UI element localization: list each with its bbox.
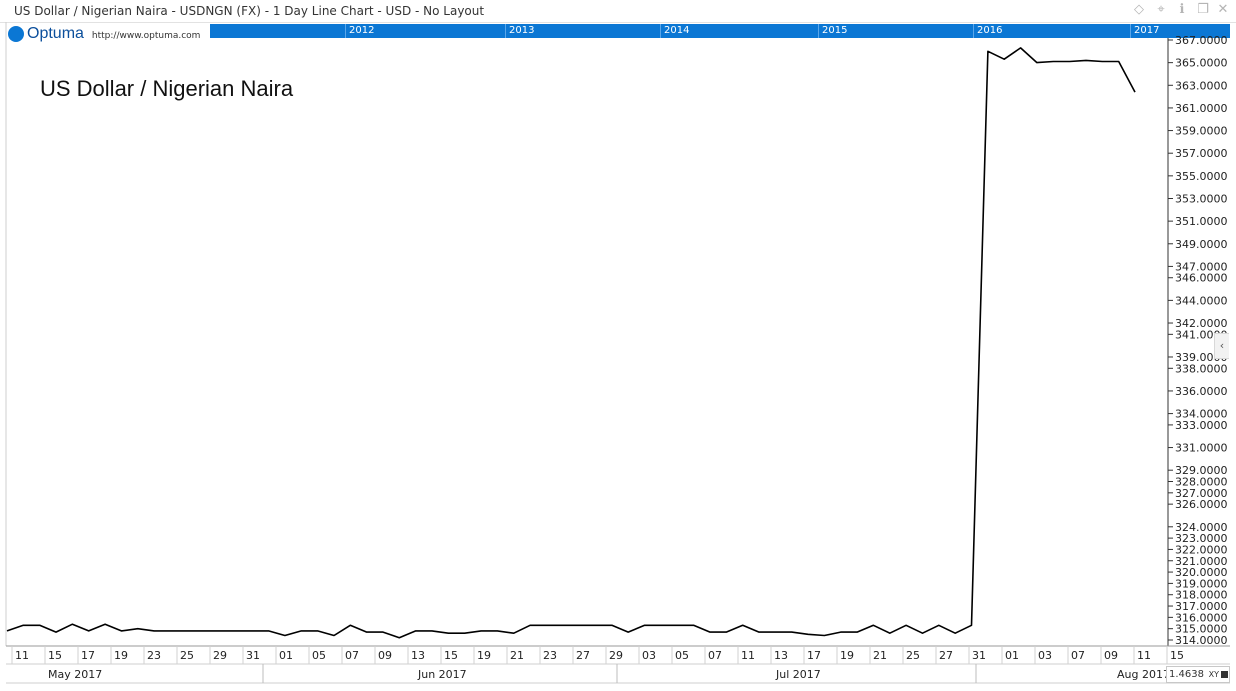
chevron-left-icon: ‹ [1219,339,1225,352]
y-tick-label: 336.0000 [1175,385,1228,398]
x-day-label: 27 [576,649,590,662]
y-tick-label: 333.0000 [1175,419,1228,432]
x-day-label: 23 [147,649,161,662]
x-day-label: 23 [543,649,557,662]
y-tick-label: 324.0000 [1175,521,1228,534]
x-day-label: 01 [1005,649,1019,662]
x-day-label: 25 [906,649,920,662]
y-tick-label: 316.0000 [1175,611,1228,624]
x-day-label: 21 [510,649,524,662]
x-day-label: 11 [1137,649,1151,662]
x-day-label: 07 [345,649,359,662]
y-tick-label: 361.0000 [1175,102,1228,115]
y-tick-label: 318.0000 [1175,589,1228,602]
y-tick-label: 315.0000 [1175,623,1228,636]
x-day-label: 27 [939,649,953,662]
y-tick-label: 321.0000 [1175,555,1228,568]
x-day-label: 05 [312,649,326,662]
y-tick-label: 322.0000 [1175,543,1228,556]
y-tick-label: 319.0000 [1175,577,1228,590]
xy-value: 1.4638 [1169,669,1204,680]
x-month-label: Jul 2017 [775,668,821,681]
x-day-label: 03 [1038,649,1052,662]
x-day-label: 05 [675,649,689,662]
x-day-label: 29 [213,649,227,662]
x-day-label: 11 [15,649,29,662]
x-day-label: 21 [873,649,887,662]
x-day-label: 07 [708,649,722,662]
xy-readout[interactable]: 1.4638 XY [1166,666,1230,683]
y-tick-label: 327.0000 [1175,487,1228,500]
x-day-label: 17 [81,649,95,662]
y-tick-label: 351.0000 [1175,215,1228,228]
x-day-label: 19 [477,649,491,662]
y-tick-label: 367.0000 [1175,34,1228,47]
x-day-label: 11 [741,649,755,662]
y-tick-label: 365.0000 [1175,57,1228,70]
x-day-label: 15 [444,649,458,662]
x-day-label: 19 [840,649,854,662]
y-tick-label: 329.0000 [1175,464,1228,477]
y-tick-label: 363.0000 [1175,79,1228,92]
xy-label: XY [1208,667,1219,682]
x-day-label: 13 [411,649,425,662]
y-tick-label: 344.0000 [1175,294,1228,307]
y-tick-label: 314.0000 [1175,634,1228,647]
y-tick-label: 347.0000 [1175,260,1228,273]
y-tick-label: 338.0000 [1175,362,1228,375]
price-line [6,47,1136,639]
x-day-label: 15 [48,649,62,662]
x-day-label: 15 [1170,649,1184,662]
y-tick-label: 334.0000 [1175,408,1228,421]
y-tick-label: 328.0000 [1175,476,1228,489]
x-day-label: 07 [1071,649,1085,662]
x-day-label: 25 [180,649,194,662]
y-tick-label: 346.0000 [1175,272,1228,285]
x-day-label: 19 [114,649,128,662]
x-month-label: Aug 2017 [1117,668,1170,681]
x-month-label: May 2017 [48,668,102,681]
x-day-label: 17 [807,649,821,662]
x-day-label: 01 [279,649,293,662]
y-tick-label: 349.0000 [1175,238,1228,251]
x-day-label: 31 [246,649,260,662]
dropdown-icon[interactable] [1221,671,1228,678]
y-tick-label: 317.0000 [1175,600,1228,613]
x-day-label: 03 [642,649,656,662]
y-tick-label: 320.0000 [1175,566,1228,579]
y-tick-label: 323.0000 [1175,532,1228,545]
x-day-label: 09 [1104,649,1118,662]
x-day-label: 09 [378,649,392,662]
y-tick-label: 326.0000 [1175,498,1228,511]
collapse-panel-tab[interactable]: ‹ [1214,333,1229,359]
y-tick-label: 331.0000 [1175,442,1228,455]
chart-canvas[interactable]: 314.0000315.0000316.0000317.0000318.0000… [0,0,1236,691]
y-tick-label: 355.0000 [1175,170,1228,183]
chart-title: US Dollar / Nigerian Naira [40,76,294,101]
y-tick-label: 353.0000 [1175,192,1228,205]
x-day-label: 29 [609,649,623,662]
x-month-label: Jun 2017 [417,668,467,681]
x-day-label: 31 [972,649,986,662]
y-tick-label: 359.0000 [1175,125,1228,138]
x-day-label: 13 [774,649,788,662]
y-tick-label: 357.0000 [1175,147,1228,160]
y-tick-label: 342.0000 [1175,317,1228,330]
